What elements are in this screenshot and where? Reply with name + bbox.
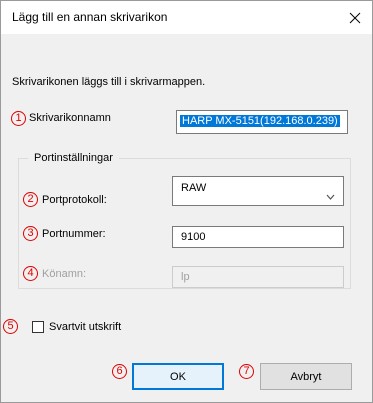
protocol-label: Portprotokoll: (42, 194, 107, 206)
marker-7: 7 (239, 364, 254, 379)
protocol-value: RAW (181, 182, 207, 194)
printer-name-label: Skrivarikonnamn (29, 112, 111, 124)
marker-4: 4 (23, 266, 38, 281)
chevron-down-icon (326, 186, 335, 208)
marker-1: 1 (11, 111, 26, 126)
monochrome-label[interactable]: Svartvit utskrift (49, 321, 121, 333)
protocol-select[interactable]: RAW (172, 176, 344, 206)
queue-name-value: lp (181, 271, 190, 283)
cancel-button-label: Avbryt (290, 370, 322, 383)
title-bar: Lägg till en annan skrivarikon (1, 1, 372, 34)
printer-name-value: HARP MX-5151(192.168.0.239) (180, 115, 340, 127)
marker-6: 6 (112, 364, 127, 379)
close-icon (349, 12, 361, 23)
ok-button-label: OK (170, 370, 186, 383)
dialog-title: Lägg till en annan skrivarikon (12, 10, 168, 24)
marker-2: 2 (23, 192, 38, 207)
port-number-value: 9100 (181, 231, 206, 243)
printer-name-field[interactable]: HARP MX-5151(192.168.0.239) (176, 110, 348, 134)
port-number-label: Portnummer: (42, 228, 106, 240)
description-text: Skrivarikonen läggs till i skrivarmappen… (12, 76, 206, 88)
close-button[interactable] (338, 1, 372, 34)
queue-name-field: lp (172, 266, 344, 288)
marker-5: 5 (3, 319, 18, 334)
marker-3: 3 (23, 226, 38, 241)
dialog-window: Lägg till en annan skrivarikon Skrivarik… (0, 0, 373, 403)
ok-button[interactable]: OK (132, 363, 224, 390)
queue-name-label: Könamn: (42, 268, 87, 280)
port-number-field[interactable]: 9100 (172, 226, 344, 248)
cancel-button[interactable]: Avbryt (260, 363, 352, 390)
monochrome-checkbox[interactable] (32, 321, 44, 333)
